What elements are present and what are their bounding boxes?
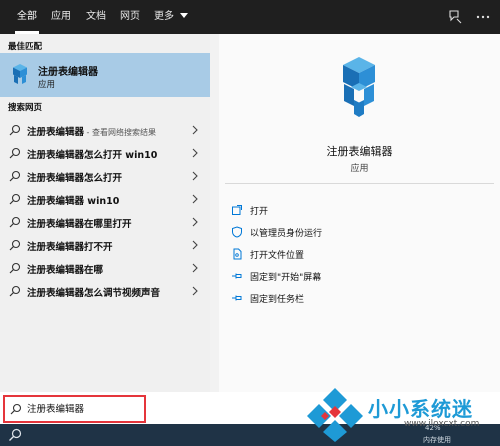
web-result-text: 注册表编辑器怎么打开 win10 (27, 150, 158, 161)
pin-icon (232, 273, 242, 279)
tab-apps[interactable]: 应用 (51, 0, 71, 34)
results-panel: 最佳匹配 注册表编辑器 应用 搜索网页 注册表编辑器 - 查看网络搜索结果 注册… (0, 34, 210, 392)
search-icon (9, 147, 21, 159)
web-result-text: 注册表编辑器怎么打开 (27, 173, 123, 184)
web-result-item[interactable]: 注册表编辑器怎么调节视频声音 (0, 280, 210, 303)
search-icon (9, 193, 21, 205)
tab-more-label: 更多 (154, 11, 174, 22)
search-box[interactable] (3, 395, 146, 423)
app-title: 注册表编辑器 (326, 145, 393, 158)
search-icon (10, 403, 22, 415)
search-input[interactable] (27, 400, 139, 416)
preview-panel: 注册表编辑器 应用 打开 以管理员身份运行 打开文件位置 固定到"开始"屏幕 固… (219, 34, 500, 392)
file-location-icon (233, 248, 242, 260)
watermark-name: 小小系统迷 (368, 397, 473, 421)
best-match-heading: 最佳匹配 (8, 42, 43, 52)
web-result-item[interactable]: 注册表编辑器在哪 (0, 257, 210, 280)
chevron-right-icon (192, 286, 198, 296)
search-icon (9, 216, 21, 228)
best-match-title: 注册表编辑器 (38, 67, 98, 78)
web-result-text: 注册表编辑器怎么调节视频声音 (27, 288, 161, 299)
tab-web[interactable]: 网页 (120, 0, 140, 34)
action-label: 固定到"开始"屏幕 (250, 273, 322, 283)
web-result-item[interactable]: 注册表编辑器打不开 (0, 234, 210, 257)
action-label: 打开文件位置 (250, 251, 305, 261)
search-icon (9, 124, 21, 136)
chevron-right-icon (192, 148, 198, 158)
more-options-icon[interactable] (474, 8, 492, 26)
tab-all[interactable]: 全部 (15, 0, 39, 34)
action-label: 固定到任务栏 (250, 295, 305, 305)
app-subtitle: 应用 (350, 164, 369, 174)
shield-icon (232, 226, 242, 238)
chevron-down-icon (180, 13, 189, 18)
chevron-right-icon (192, 240, 198, 250)
tab-more[interactable]: 更多 (154, 0, 189, 34)
web-result-item[interactable]: 注册表编辑器 win10 (0, 188, 210, 211)
web-result-item[interactable]: 注册表编辑器 - 查看网络搜索结果 (0, 119, 210, 142)
web-result-text: 注册表编辑器 win10 (27, 196, 120, 207)
action-label: 打开 (250, 207, 269, 217)
search-icon (9, 262, 21, 274)
open-icon (232, 205, 242, 215)
watermark-logo-icon (307, 388, 363, 442)
tab-documents[interactable]: 文档 (86, 0, 106, 34)
search-icon (9, 285, 21, 297)
chevron-right-icon (192, 194, 198, 204)
web-result-item[interactable]: 注册表编辑器在哪里打开 (0, 211, 210, 234)
pin-icon (232, 295, 242, 301)
web-result-item[interactable]: 注册表编辑器怎么打开 win10 (0, 142, 210, 165)
web-result-text: 注册表编辑器打不开 (27, 242, 113, 253)
chevron-right-icon (192, 217, 198, 227)
chevron-right-icon (192, 171, 198, 181)
divider (225, 183, 494, 184)
web-result-text: 注册表编辑器在哪 (27, 265, 104, 276)
best-match-subtitle: 应用 (38, 80, 56, 90)
search-web-heading: 搜索网页 (8, 103, 43, 113)
web-result-text: 注册表编辑器 - 查看网络搜索结果 (27, 127, 156, 138)
search-icon (9, 170, 21, 182)
best-match-item[interactable]: 注册表编辑器 应用 (0, 53, 210, 97)
chevron-right-icon (192, 125, 198, 135)
search-scope-bar: 全部 应用 文档 网页 更多 (0, 0, 500, 34)
feedback-icon[interactable] (446, 8, 464, 26)
registry-editor-icon (13, 64, 27, 84)
registry-editor-large-icon (343, 57, 375, 117)
web-result-item[interactable]: 注册表编辑器怎么打开 (0, 165, 210, 188)
search-icon (9, 239, 21, 251)
action-label: 以管理员身份运行 (250, 229, 323, 239)
chevron-right-icon (192, 263, 198, 273)
web-result-text: 注册表编辑器在哪里打开 (27, 219, 132, 230)
taskbar-search-icon[interactable] (8, 428, 22, 442)
memory-usage-label: 内存使用 (423, 436, 451, 444)
watermark-url: www.iloxcxt.com (404, 419, 480, 429)
